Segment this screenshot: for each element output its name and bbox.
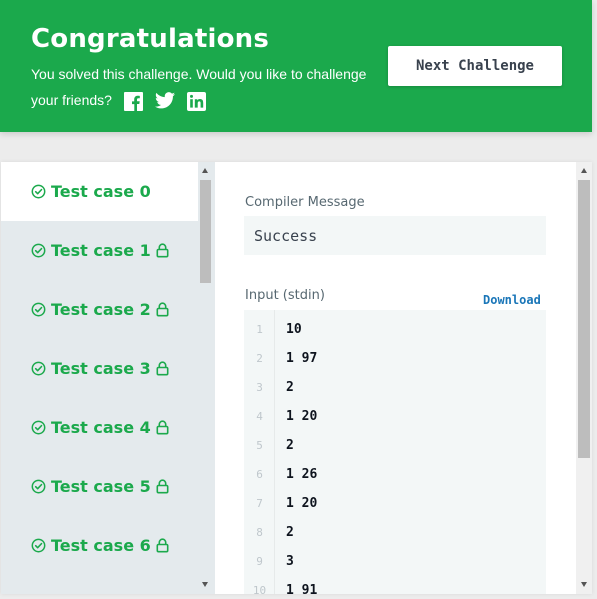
download-link[interactable]: Download: [483, 293, 541, 307]
line-number: 4: [256, 410, 263, 423]
check-circle-icon: [31, 538, 46, 553]
tab-test-case-6[interactable]: Test case 6: [1, 516, 198, 575]
line-text: 2: [286, 438, 294, 453]
tab-label: Test case 4: [51, 418, 151, 437]
check-circle-icon: [31, 243, 46, 258]
input-line: 32: [244, 373, 546, 402]
content-scroll-thumb[interactable]: [578, 180, 590, 458]
tab-label: Test case 0: [51, 182, 151, 201]
input-line: 2 1 97: [244, 344, 546, 373]
input-line: 4 1 20: [244, 402, 546, 431]
scroll-up-arrow[interactable]: [202, 168, 208, 173]
line-text: 2: [286, 525, 294, 540]
test-case-tabs: Test case 0 Test case 1 Test case 2 Test ca…: [1, 162, 198, 594]
tabs-scrollbar[interactable]: [198, 162, 213, 594]
input-label: Input (stdin): [245, 288, 325, 303]
next-challenge-button[interactable]: Next Challenge: [388, 46, 562, 86]
line-text: 1 20: [286, 496, 318, 511]
compiler-message-label: Compiler Message: [245, 195, 365, 210]
input-line: 52: [244, 431, 546, 460]
linkedin-icon[interactable]: [186, 91, 206, 111]
tab-test-case-0[interactable]: Test case 0: [1, 162, 198, 221]
line-number: 6: [256, 468, 263, 481]
lock-icon: [156, 361, 169, 376]
line-text: 2: [286, 380, 294, 395]
facebook-icon[interactable]: [123, 91, 143, 111]
tab-test-case-5[interactable]: Test case 5: [1, 457, 198, 516]
line-text: 10: [286, 322, 302, 337]
lock-icon: [156, 243, 169, 258]
line-number: 3: [256, 381, 263, 394]
input-line: 1 10: [244, 315, 546, 344]
line-text: 1 20: [286, 409, 318, 424]
check-circle-icon: [31, 479, 46, 494]
check-circle-icon: [31, 184, 46, 199]
check-circle-icon: [31, 361, 46, 376]
lock-icon: [156, 420, 169, 435]
line-number: 10: [252, 584, 267, 594]
tab-label: Test case 1: [51, 241, 151, 260]
content-scrollbar[interactable]: [576, 162, 592, 594]
scroll-down-arrow[interactable]: [202, 582, 208, 587]
tabs-scroll-thumb[interactable]: [200, 180, 211, 283]
input-line: 10 1 91: [244, 576, 546, 594]
tab-label: Test case 6: [51, 536, 151, 555]
input-code-block: 1 10 2 1 97 3 2 4 1 20 5 2 6 1 26 7 1 20 8 2 9 3 10 1 91: [244, 310, 546, 594]
line-number: 2: [256, 352, 263, 365]
tab-test-case-4[interactable]: Test case 4: [1, 398, 198, 457]
social-share: [123, 91, 206, 111]
compiler-message-box: Success: [244, 216, 546, 255]
lock-icon: [156, 479, 169, 494]
scroll-down-arrow[interactable]: [580, 582, 587, 587]
twitter-icon[interactable]: [154, 91, 175, 111]
check-circle-icon: [31, 420, 46, 435]
line-number: 7: [256, 497, 263, 510]
tab-label: Test case 3: [51, 359, 151, 378]
banner-message: You solved this challenge. Would you lik…: [31, 61, 391, 113]
input-line: 82: [244, 518, 546, 547]
lock-icon: [156, 538, 169, 553]
input-line: 93: [244, 547, 546, 576]
test-case-details: Compiler Message Success Input (stdin) D…: [215, 162, 576, 594]
tab-label: Test case 5: [51, 477, 151, 496]
scroll-up-arrow[interactable]: [580, 168, 587, 173]
input-line: 7 1 20: [244, 489, 546, 518]
line-text: 1 26: [286, 467, 318, 482]
congratulations-banner: Congratulations You solved this challeng…: [0, 0, 592, 132]
line-text: 1 91: [286, 583, 318, 594]
tab-test-case-3[interactable]: Test case 3: [1, 339, 198, 398]
line-text: 3: [286, 554, 294, 569]
lock-icon: [156, 302, 169, 317]
tab-test-case-2[interactable]: Test case 2: [1, 280, 198, 339]
test-results-panel: Test case 0 Test case 1 Test case 2 Test ca…: [1, 162, 592, 594]
line-number: 8: [256, 526, 263, 539]
input-line: 6 1 26: [244, 460, 546, 489]
line-number: 5: [256, 439, 263, 452]
tab-label: Test case 2: [51, 300, 151, 319]
banner-title: Congratulations: [31, 24, 270, 54]
line-number: 1: [256, 323, 263, 336]
tab-test-case-1[interactable]: Test case 1: [1, 221, 198, 280]
check-circle-icon: [31, 302, 46, 317]
line-number: 9: [256, 555, 263, 568]
line-text: 1 97: [286, 351, 318, 366]
